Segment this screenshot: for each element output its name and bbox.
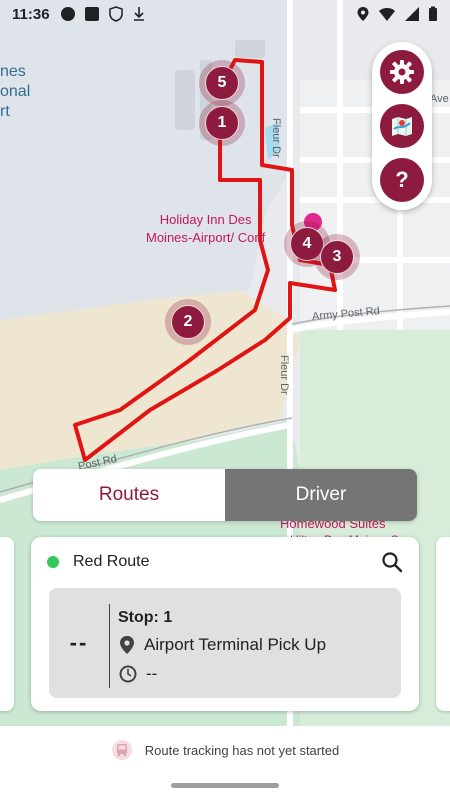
stop-marker-3-label: 3 — [320, 240, 354, 274]
search-icon[interactable] — [381, 551, 403, 573]
stop-marker-2[interactable]: 2 — [165, 299, 211, 345]
hotel-poi-label[interactable]: Holiday Inn Des Moines-Airport/ Conf — [146, 211, 265, 247]
tracking-status-message: Route tracking has not yet started — [144, 742, 340, 758]
stop-divider — [109, 604, 110, 688]
airport-label: nes onal rt — [0, 63, 31, 120]
previous-route-card[interactable] — [0, 537, 14, 711]
tracking-status-bar: Route tracking has not yet started — [0, 726, 450, 774]
battery-icon — [429, 6, 437, 21]
stop-marker-1-label: 1 — [205, 106, 239, 140]
signal-icon — [405, 7, 419, 21]
stop-time: -- — [146, 664, 158, 683]
square-notification-icon — [84, 7, 99, 21]
status-bar: 11:36 — [0, 0, 450, 28]
stop-marker-1[interactable]: 1 — [199, 100, 245, 146]
clock-icon — [119, 665, 137, 683]
settings-button[interactable] — [380, 50, 424, 94]
map-controls: ? — [372, 42, 432, 210]
stop-time-row: -- — [118, 664, 157, 684]
street-label-fleur-dr-bottom: Fleur Dr — [278, 355, 290, 395]
tab-driver[interactable]: Driver — [225, 469, 417, 521]
street-label-fleur-dr-top: Fleur Dr — [270, 118, 282, 158]
gear-icon — [390, 60, 414, 84]
stop-eta: -- — [69, 630, 89, 655]
stop-marker-2-label: 2 — [171, 305, 205, 339]
question-icon: ? — [395, 167, 409, 192]
stop-marker-3[interactable]: 3 — [314, 234, 360, 280]
location-icon — [357, 7, 369, 21]
route-status-dot — [47, 556, 59, 568]
stop-name: Airport Terminal Pick Up — [144, 635, 327, 654]
mode-toggle: Routes Driver — [33, 469, 417, 521]
system-nav-area — [0, 774, 450, 800]
map-icon — [392, 117, 412, 136]
street-label-ave: Ave — [430, 93, 449, 105]
location-pin-icon — [120, 636, 134, 654]
status-time: 11:36 — [12, 5, 50, 23]
route-card[interactable]: Red Route -- Stop: 1 Airport Terminal Pi… — [31, 537, 419, 711]
bus-icon — [111, 740, 132, 760]
wifi-icon — [379, 8, 395, 21]
circle-notification-icon — [60, 7, 75, 21]
tab-routes[interactable]: Routes — [33, 469, 225, 521]
stop-location-row: Airport Terminal Pick Up — [118, 635, 326, 655]
stop-info-panel[interactable]: -- Stop: 1 Airport Terminal Pick Up -- — [49, 588, 401, 698]
home-gesture-handle[interactable] — [171, 783, 279, 788]
stop-marker-5-label: 5 — [205, 66, 239, 100]
route-card-header: Red Route — [47, 551, 403, 573]
download-icon — [133, 7, 144, 21]
map-style-button[interactable] — [380, 104, 424, 148]
next-route-card[interactable] — [436, 537, 450, 711]
stop-title: Stop: 1 — [118, 609, 173, 626]
shield-icon — [108, 6, 123, 22]
help-button[interactable]: ? — [380, 158, 424, 202]
route-name: Red Route — [73, 553, 150, 570]
